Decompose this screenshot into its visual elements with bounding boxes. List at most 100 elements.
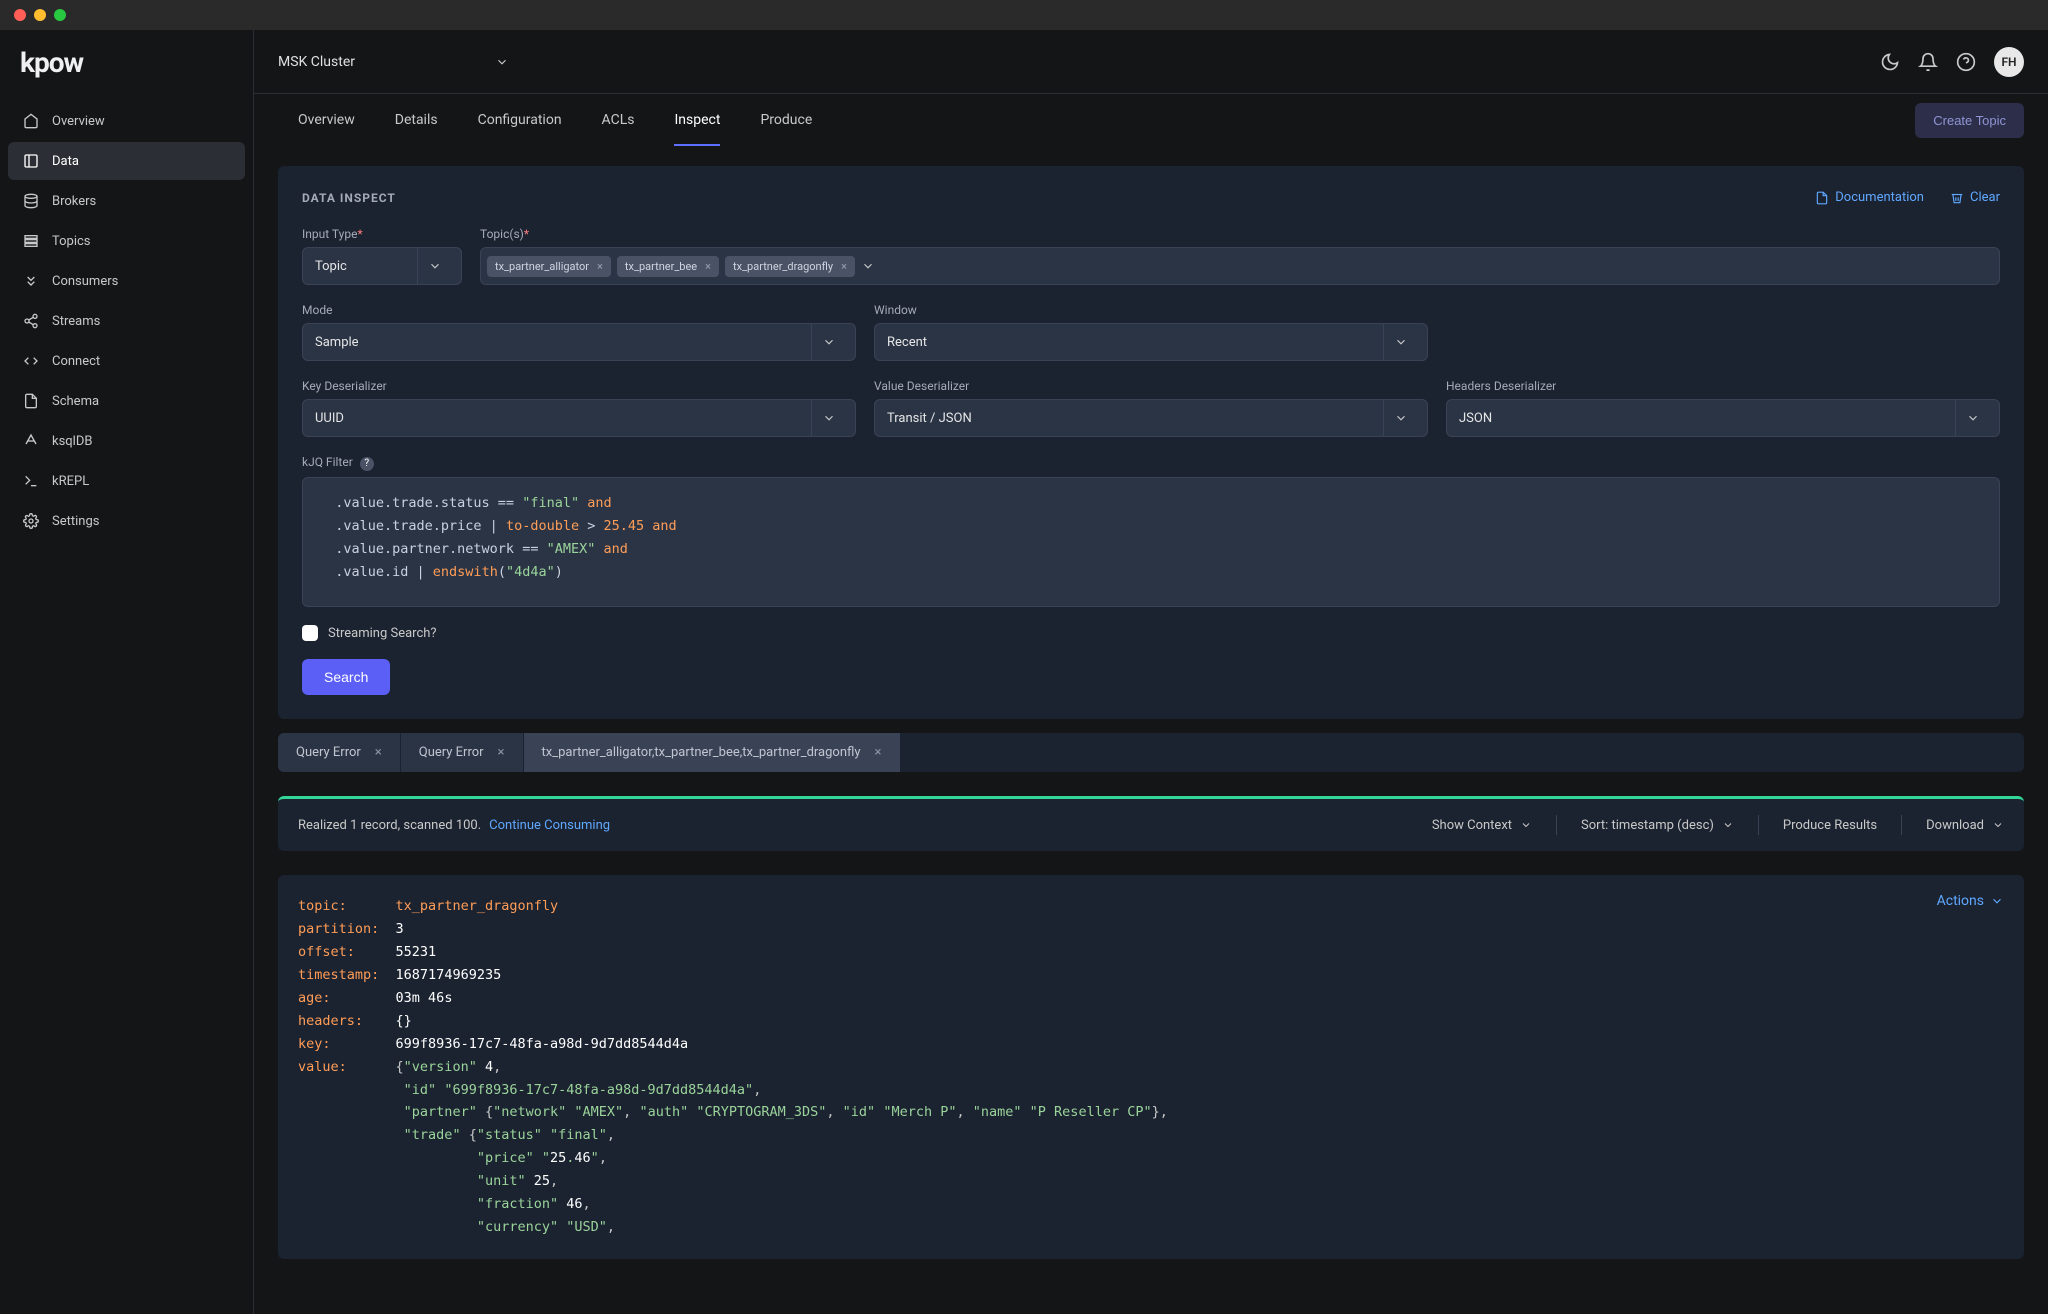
minimize-window-button[interactable] [34,9,46,21]
continue-consuming-link[interactable]: Continue Consuming [489,818,610,833]
info-icon[interactable]: ? [360,457,374,471]
tab-produce[interactable]: Produce [740,94,832,146]
tab-inspect[interactable]: Inspect [654,94,740,146]
mode-label: Mode [302,303,856,317]
brokers-icon [22,192,40,210]
close-icon[interactable]: × [705,260,711,273]
tab-acls[interactable]: ACLs [582,94,655,146]
result-bar: Realized 1 record, scanned 100. Continue… [278,796,2024,851]
sidebar-item-ksqldb[interactable]: ksqlDB [8,422,245,460]
key-deser-select[interactable]: UUID [302,399,856,437]
close-icon[interactable]: × [875,745,882,760]
close-icon[interactable]: × [597,260,603,273]
produce-results-button[interactable]: Produce Results [1783,818,1877,833]
tabbar: OverviewDetailsConfigurationACLsInspectP… [254,94,2048,146]
maximize-window-button[interactable] [54,9,66,21]
create-topic-button[interactable]: Create Topic [1915,103,2024,138]
ksqldb-icon [22,432,40,450]
sidebar-item-settings[interactable]: Settings [8,502,245,540]
topics-icon [22,232,40,250]
sidebar-item-label: Brokers [52,194,96,209]
sidebar-item-label: Schema [52,394,99,409]
notifications-icon[interactable] [1918,52,1938,72]
settings-icon [22,512,40,530]
query-tab[interactable]: Query Error× [278,733,401,772]
sidebar-item-label: kREPL [52,474,89,489]
sidebar-item-label: Streams [52,314,100,329]
topic-tag: tx_partner_bee× [617,256,719,277]
chevron-down-icon [1722,819,1734,831]
topics-multiselect[interactable]: tx_partner_alligator×tx_partner_bee×tx_p… [480,247,2000,285]
sidebar-item-connect[interactable]: Connect [8,342,245,380]
input-type-label: Input Type* [302,227,462,241]
krepl-icon [22,472,40,490]
trash-icon [1950,191,1964,205]
data-icon [22,152,40,170]
theme-toggle-icon[interactable] [1880,52,1900,72]
search-button[interactable]: Search [302,659,390,695]
close-icon[interactable]: × [841,260,847,273]
home-icon [22,112,40,130]
record-card: Actions topic: tx_partner_dragonfly part… [278,875,2024,1259]
sort-button[interactable]: Sort: timestamp (desc) [1581,818,1734,833]
connect-icon [22,352,40,370]
help-icon[interactable] [1956,52,1976,72]
kjq-filter-label: kJQ Filter ? [302,455,2000,471]
topic-tag: tx_partner_alligator× [487,256,611,277]
cluster-selector[interactable]: MSK Cluster [278,54,509,70]
tab-configuration[interactable]: Configuration [458,94,582,146]
sidebar-item-label: Topics [52,234,91,249]
kjq-filter-textarea[interactable]: .value.trade.status == "final" and .valu… [302,477,2000,607]
data-inspect-card: DATA INSPECT Documentation Clear Input T… [278,166,2024,719]
value-deser-select[interactable]: Transit / JSON [874,399,1428,437]
cluster-selector-label: MSK Cluster [278,54,355,70]
chevron-down-icon [1520,819,1532,831]
sidebar-item-label: Consumers [52,274,118,289]
topics-label: Topic(s)* [480,227,2000,241]
window-select[interactable]: Recent [874,323,1428,361]
documentation-link[interactable]: Documentation [1815,190,1924,205]
mode-select[interactable]: Sample [302,323,856,361]
sidebar-item-data[interactable]: Data [8,142,245,180]
input-type-select[interactable]: Topic [302,247,462,285]
clear-link[interactable]: Clear [1950,190,2000,205]
chevron-down-icon [417,248,451,284]
sidebar-item-overview[interactable]: Overview [8,102,245,140]
chevron-down-icon [811,324,845,360]
topbar: MSK Cluster FH [254,30,2048,94]
logo: kpow [20,46,83,79]
close-icon[interactable]: × [375,745,382,760]
sidebar-item-label: ksqlDB [52,434,92,449]
consumers-icon [22,272,40,290]
sidebar-item-schema[interactable]: Schema [8,382,245,420]
streaming-checkbox[interactable] [302,625,318,641]
close-icon[interactable]: × [498,745,505,760]
show-context-button[interactable]: Show Context [1432,818,1532,833]
headers-deser-select[interactable]: JSON [1446,399,2000,437]
sidebar-item-consumers[interactable]: Consumers [8,262,245,300]
chevron-down-icon [1383,400,1417,436]
streaming-label: Streaming Search? [328,626,437,641]
avatar[interactable]: FH [1994,47,2024,77]
query-tab[interactable]: tx_partner_alligator,tx_partner_bee,tx_p… [524,733,901,772]
chevron-down-icon [495,55,509,69]
tab-overview[interactable]: Overview [278,94,375,146]
divider [1556,815,1557,835]
sidebar-item-krepl[interactable]: kREPL [8,462,245,500]
sidebar-item-topics[interactable]: Topics [8,222,245,260]
query-tab[interactable]: Query Error× [401,733,524,772]
sidebar-item-streams[interactable]: Streams [8,302,245,340]
divider [1758,815,1759,835]
schema-icon [22,392,40,410]
chevron-down-icon [1955,400,1989,436]
chevron-down-icon [1383,324,1417,360]
window-label: Window [874,303,1428,317]
streams-icon [22,312,40,330]
download-button[interactable]: Download [1926,818,2004,833]
card-title: DATA INSPECT [302,191,396,205]
sidebar-item-brokers[interactable]: Brokers [8,182,245,220]
record-actions-button[interactable]: Actions [1937,893,2004,909]
tab-details[interactable]: Details [375,94,458,146]
chevron-down-icon [861,259,875,273]
close-window-button[interactable] [14,9,26,21]
